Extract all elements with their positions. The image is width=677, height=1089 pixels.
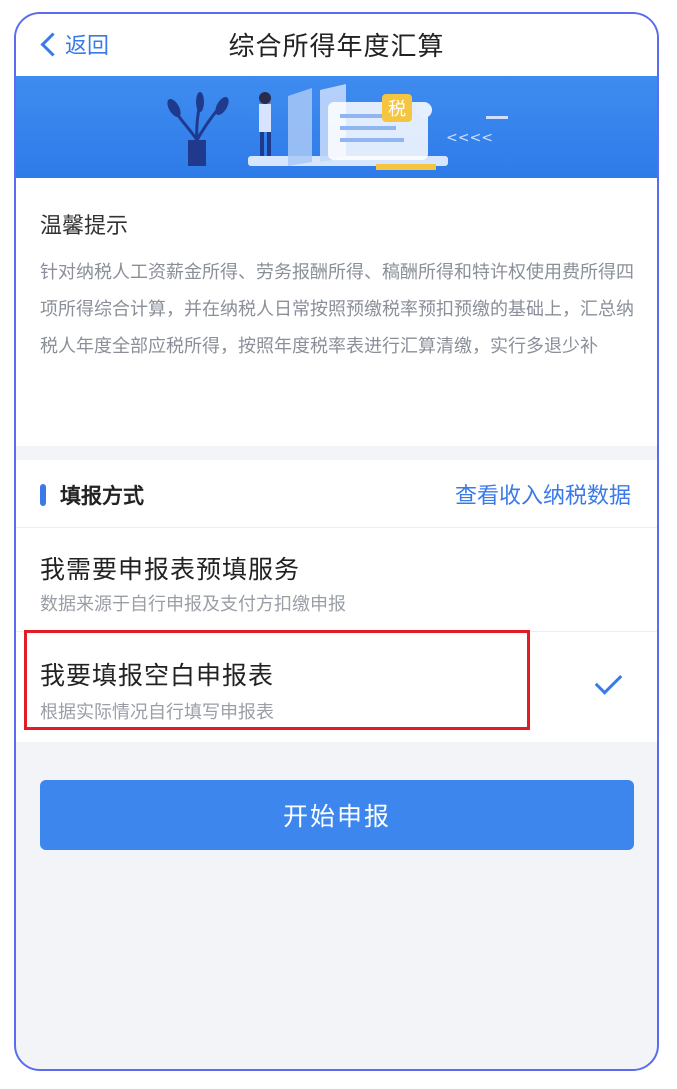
method-label: 填报方式	[60, 484, 144, 508]
person-icon	[259, 92, 271, 162]
option-subtitle: 根据实际情况自行填写申报表	[40, 702, 274, 723]
section-marker	[40, 484, 46, 506]
tax-badge-icon: 税	[382, 94, 432, 122]
tips-body: 针对纳税人工资薪金所得、劳务报酬所得、稿酬所得和特许权使用费所得四项所得综合计算…	[40, 262, 634, 357]
banner-illustration: 税 <<<<	[167, 84, 508, 170]
tips-title: 温馨提示	[40, 214, 129, 239]
svg-text:税: 税	[388, 99, 406, 120]
nav-bar: 返回 综合所得年度汇算	[16, 14, 657, 76]
option-title: 我需要申报表预填服务	[40, 555, 301, 584]
option-subtitle: 数据来源于自行申报及支付方扣缴申报	[40, 594, 346, 615]
view-income-tax-data-link[interactable]: 查看收入纳税数据	[455, 478, 631, 510]
page-title: 综合所得年度汇算	[228, 32, 445, 62]
device-illustration	[248, 84, 448, 170]
start-filing-button[interactable]: 开始申报	[40, 780, 634, 850]
option-title: 我要填报空白申报表	[40, 661, 275, 690]
option-prefill-service[interactable]: 我需要申报表预填服务 数据来源于自行申报及支付方扣缴申报	[16, 528, 657, 632]
checkmark-icon	[594, 667, 623, 695]
plant-icon	[167, 92, 229, 166]
method-header: 填报方式 查看收入纳税数据	[16, 460, 657, 528]
tips-panel: 温馨提示 针对纳税人工资薪金所得、劳务报酬所得、稿酬所得和特许权使用费所得四项所…	[16, 178, 657, 446]
arrows-decoration: <<<<	[446, 130, 493, 146]
phone-frame: 返回 综合所得年度汇算 税 <<<< 温馨提示 针对纳税人工资薪金所得、劳务报酬…	[14, 12, 659, 1071]
banner: 税 <<<<	[16, 76, 657, 178]
option-blank-form[interactable]: 我要填报空白申报表 根据实际情况自行填写申报表	[16, 632, 657, 742]
